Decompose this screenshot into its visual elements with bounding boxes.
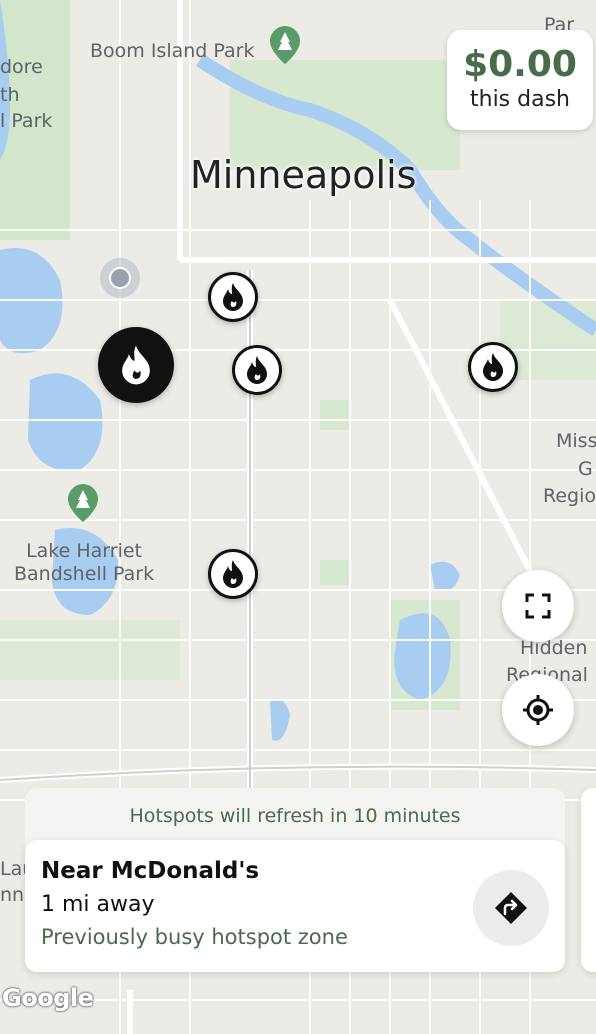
crosshair-icon — [523, 695, 553, 725]
refresh-notice: Hotspots will refresh in 10 minutes — [25, 788, 565, 848]
flame-icon — [122, 345, 150, 385]
hotspot-details-card[interactable]: Near McDonald's 1 mi away Previously bus… — [25, 840, 565, 972]
map-label-th: th — [0, 84, 20, 106]
map-label-dore: dore — [0, 56, 43, 78]
current-location-dot — [100, 258, 140, 298]
hotspot-marker[interactable] — [208, 272, 258, 322]
hotspot-marker[interactable] — [208, 549, 258, 599]
earnings-amount: $0.00 — [463, 44, 577, 85]
earnings-label: this dash — [470, 87, 570, 112]
flame-icon — [483, 353, 503, 381]
park-pin-icon — [68, 484, 98, 522]
map-label-lake-harriet: Lake Harriet Bandshell Park — [14, 540, 155, 585]
fullscreen-button[interactable] — [502, 570, 574, 642]
map-label-boom-island: Boom Island Park — [90, 40, 255, 62]
hotspot-marker[interactable] — [468, 342, 518, 392]
directions-button[interactable] — [473, 870, 549, 946]
recenter-button[interactable] — [502, 674, 574, 746]
google-attribution: Google — [2, 984, 94, 1012]
city-label: Minneapolis — [190, 153, 417, 197]
map-label-regio: Regio — [543, 485, 596, 507]
flame-icon — [247, 356, 267, 384]
expand-icon — [525, 593, 551, 619]
turn-right-arrow-icon — [495, 892, 527, 924]
map-label-g: G — [578, 458, 593, 480]
map-label-miss: Miss — [556, 430, 596, 452]
earnings-card[interactable]: $0.00 this dash — [447, 30, 593, 130]
park-pin-icon — [270, 26, 300, 64]
next-hotspot-card-peek[interactable] — [581, 788, 596, 972]
hotspot-marker-selected[interactable] — [98, 327, 174, 403]
flame-icon — [223, 283, 243, 311]
flame-icon — [223, 560, 243, 588]
hotspot-marker[interactable] — [232, 345, 282, 395]
map-label-l-park: l Park — [0, 110, 53, 132]
